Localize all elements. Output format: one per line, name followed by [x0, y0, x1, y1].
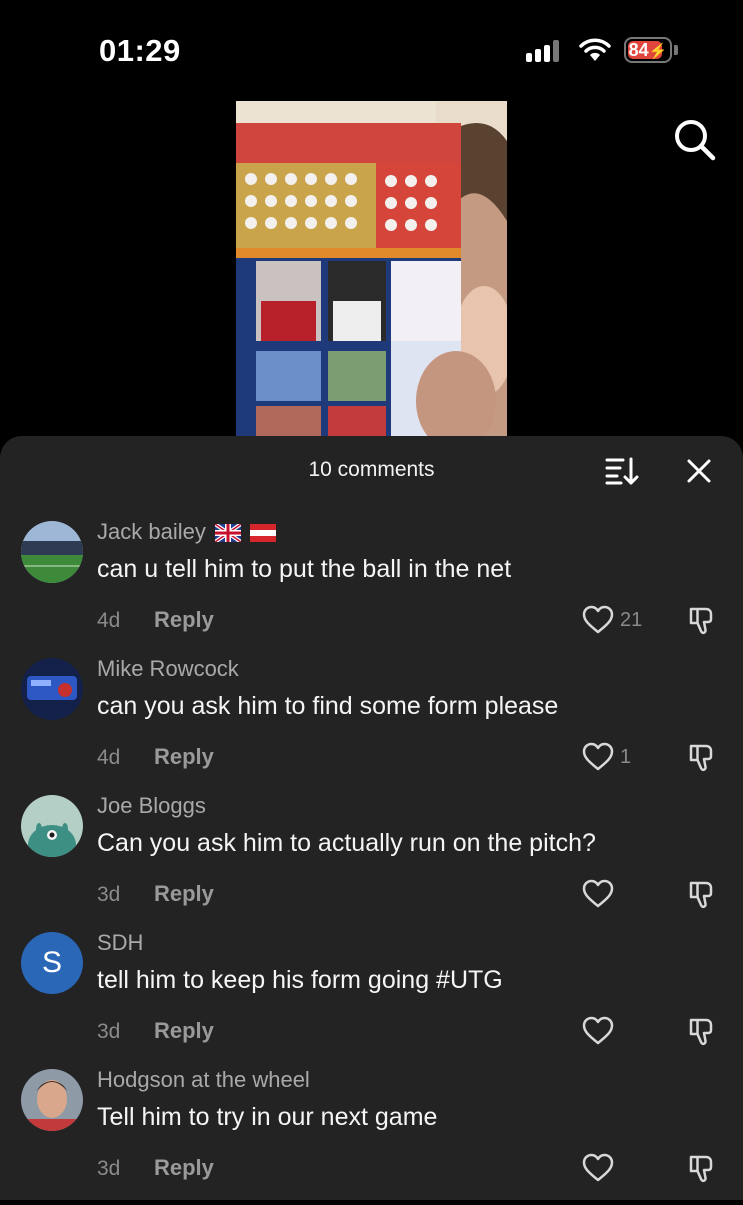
blue-crest-avatar-image [21, 658, 83, 720]
austria-flag-icon [250, 524, 277, 543]
reply-button[interactable]: Reply [154, 1155, 214, 1181]
comment-item: Joe Bloggs Can you ask him to actually r… [0, 793, 743, 931]
like-button[interactable] [582, 742, 614, 772]
comment-text: Tell him to try in our next game [97, 1103, 438, 1131]
dislike-button[interactable] [685, 605, 717, 637]
reply-button[interactable]: Reply [154, 607, 214, 633]
comment-time: 3d [97, 1020, 121, 1043]
comments-sheet: 10 comments Jack bailey can u tell him t… [0, 436, 743, 1200]
comment-time: 3d [97, 1157, 121, 1180]
heart-icon [582, 1153, 614, 1182]
comment-username[interactable]: Jack bailey [97, 519, 277, 545]
sort-button[interactable] [605, 456, 639, 486]
battery-tip [674, 45, 678, 55]
like-button[interactable] [582, 605, 614, 635]
dislike-icon [689, 1155, 713, 1183]
avatar[interactable]: S [21, 932, 83, 994]
stadium-avatar-image [21, 521, 83, 583]
wifi-icon [579, 37, 611, 63]
reply-button[interactable]: Reply [154, 881, 214, 907]
player-photo-avatar-image [21, 1069, 83, 1131]
heart-icon [582, 742, 614, 771]
avatar[interactable] [21, 658, 83, 720]
comment-username[interactable]: SDH [97, 930, 143, 956]
comment-username[interactable]: Hodgson at the wheel [97, 1067, 310, 1093]
comment-username[interactable]: Mike Rowcock [97, 656, 239, 682]
reply-button[interactable]: Reply [154, 1018, 214, 1044]
cellular-signal-icon [526, 40, 564, 62]
video-preview[interactable] [236, 101, 507, 436]
reply-button[interactable]: Reply [154, 744, 214, 770]
close-button[interactable] [685, 457, 713, 485]
comment-text: Can you ask him to actually run on the p… [97, 829, 596, 857]
dislike-button[interactable] [685, 879, 717, 911]
battery-icon: 84⚡ [624, 37, 672, 63]
like-button[interactable] [582, 879, 614, 909]
comment-item: Jack bailey can u tell him to put the ba… [0, 519, 743, 657]
avatar[interactable] [21, 1069, 83, 1131]
dislike-button[interactable] [685, 742, 717, 774]
battery-percent: 84⚡ [628, 40, 668, 60]
status-time: 01:29 [99, 33, 181, 68]
comment-time: 3d [97, 883, 121, 906]
status-bar: 01:29 84⚡ [0, 0, 743, 100]
comment-time: 4d [97, 609, 121, 632]
dislike-icon [689, 881, 713, 909]
like-count: 21 [620, 609, 643, 631]
heart-icon [582, 605, 614, 634]
uk-flag-icon [214, 524, 241, 543]
dislike-icon [689, 607, 713, 635]
search-icon [675, 120, 716, 161]
search-button[interactable] [673, 118, 717, 162]
comment-item: S SDH tell him to keep his form going #U… [0, 930, 743, 1068]
heart-icon [582, 879, 614, 908]
dislike-button[interactable] [685, 1153, 717, 1185]
avatar[interactable] [21, 521, 83, 583]
like-button[interactable] [582, 1153, 614, 1183]
avatar[interactable] [21, 795, 83, 857]
comments-header: 10 comments [0, 436, 743, 508]
dislike-button[interactable] [685, 1016, 717, 1048]
dislike-icon [689, 1018, 713, 1046]
video-frame-image [236, 101, 507, 436]
like-button[interactable] [582, 1016, 614, 1046]
heart-icon [582, 1016, 614, 1045]
comment-text: can you ask him to find some form please [97, 692, 559, 720]
comment-item: Hodgson at the wheel Tell him to try in … [0, 1067, 743, 1205]
comment-text: can u tell him to put the ball in the ne… [97, 555, 512, 583]
close-icon [687, 459, 711, 483]
comment-item: Mike Rowcock can you ask him to find som… [0, 656, 743, 794]
teal-monster-avatar-image [21, 795, 83, 857]
dislike-icon [689, 744, 713, 772]
sort-icon [605, 457, 639, 485]
comment-text: tell him to keep his form going #UTG [97, 966, 503, 994]
comment-time: 4d [97, 746, 121, 769]
comment-username[interactable]: Joe Bloggs [97, 793, 206, 819]
like-count: 1 [620, 746, 632, 768]
